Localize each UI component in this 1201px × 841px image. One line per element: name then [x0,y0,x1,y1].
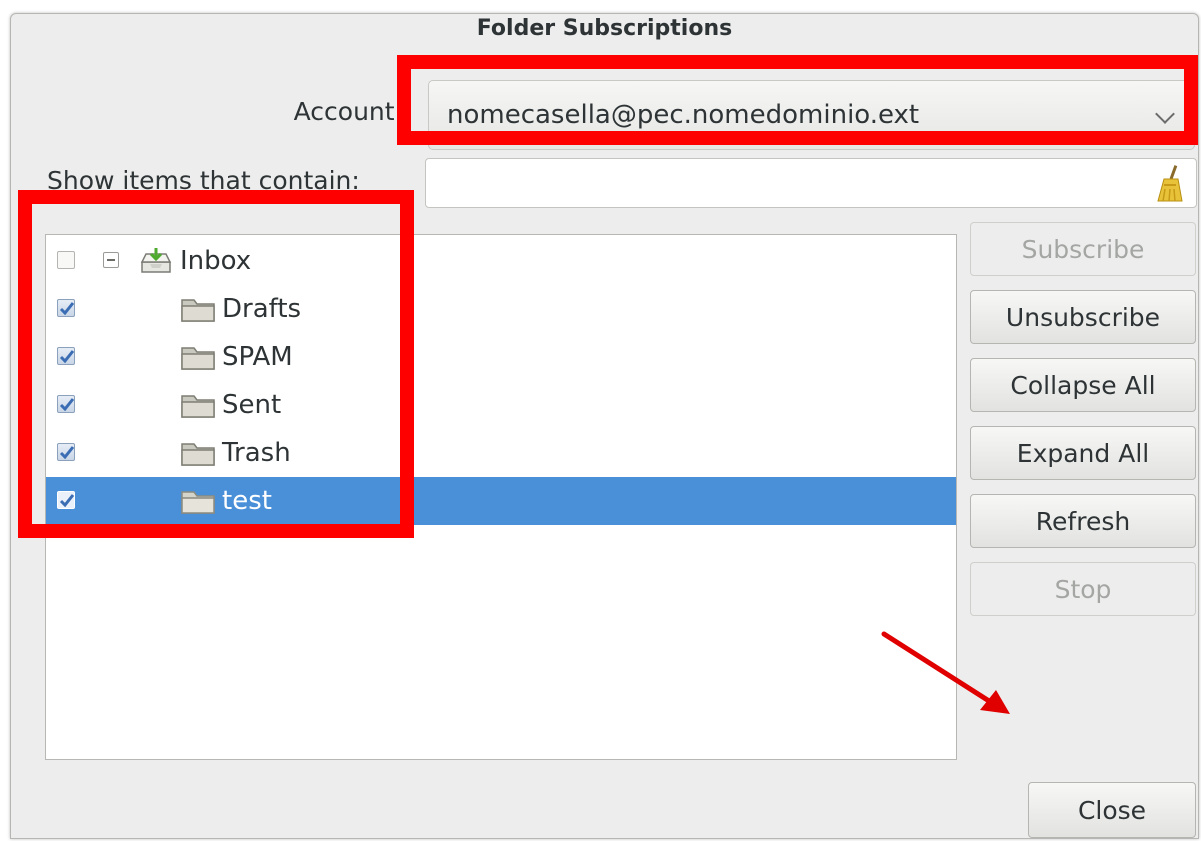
folder-label: Drafts [222,294,302,324]
folder-subscriptions-dialog: Folder Subscriptions Account: nomecasell… [10,13,1199,839]
folder-row-trash[interactable]: Trash [46,429,956,477]
collapse-expander-icon[interactable] [103,252,119,268]
clear-broom-icon[interactable] [1154,165,1184,203]
checkmark-icon [59,494,75,508]
refresh-button[interactable]: Refresh [970,494,1196,548]
stop-button[interactable]: Stop [970,562,1196,616]
folder-icon [181,299,215,322]
account-value: nomecasella@pec.nomedominio.ext [447,100,920,130]
folder-label: Trash [222,438,291,468]
checkmark-icon [59,302,75,316]
folder-label: Sent [222,390,282,420]
subscribe-checkbox[interactable] [57,251,75,269]
checkmark-icon [59,350,75,364]
folder-row-inbox[interactable]: Inbox [46,237,956,285]
folder-tree[interactable]: Inbox Drafts SPAM Sent Trash test [45,234,957,760]
account-combobox[interactable]: nomecasella@pec.nomedominio.ext [428,80,1195,150]
arrow-annotation-icon [881,631,1010,714]
subscribe-checkbox[interactable] [57,491,75,509]
checkmark-icon [59,398,75,412]
subscribe-checkbox[interactable] [57,299,75,317]
folder-icon [181,347,215,370]
folder-label: SPAM [222,342,293,372]
inbox-icon [140,248,172,273]
folder-label: Inbox [180,246,252,276]
folder-row-spam[interactable]: SPAM [46,333,956,381]
subscribe-checkbox[interactable] [57,347,75,365]
close-button[interactable]: Close [1028,782,1196,838]
folder-row-drafts[interactable]: Drafts [46,285,956,333]
subscribe-checkbox[interactable] [57,443,75,461]
checkmark-icon [59,446,75,460]
chevron-down-icon [1155,104,1175,124]
folder-icon [181,491,215,514]
subscribe-button[interactable]: Subscribe [970,222,1196,276]
unsubscribe-button[interactable]: Unsubscribe [970,290,1196,344]
dialog-title: Folder Subscriptions [476,16,733,41]
filter-input[interactable] [425,158,1197,208]
collapse-all-button[interactable]: Collapse All [970,358,1196,412]
subscribe-checkbox[interactable] [57,395,75,413]
folder-icon [181,395,215,418]
expand-all-button[interactable]: Expand All [970,426,1196,480]
folder-row-test[interactable]: test [46,477,956,525]
filter-label: Show items that contain: [47,166,360,195]
folder-row-sent[interactable]: Sent [46,381,956,429]
folder-icon [181,443,215,466]
account-label: Account: [293,97,403,126]
folder-label: test [222,486,272,516]
